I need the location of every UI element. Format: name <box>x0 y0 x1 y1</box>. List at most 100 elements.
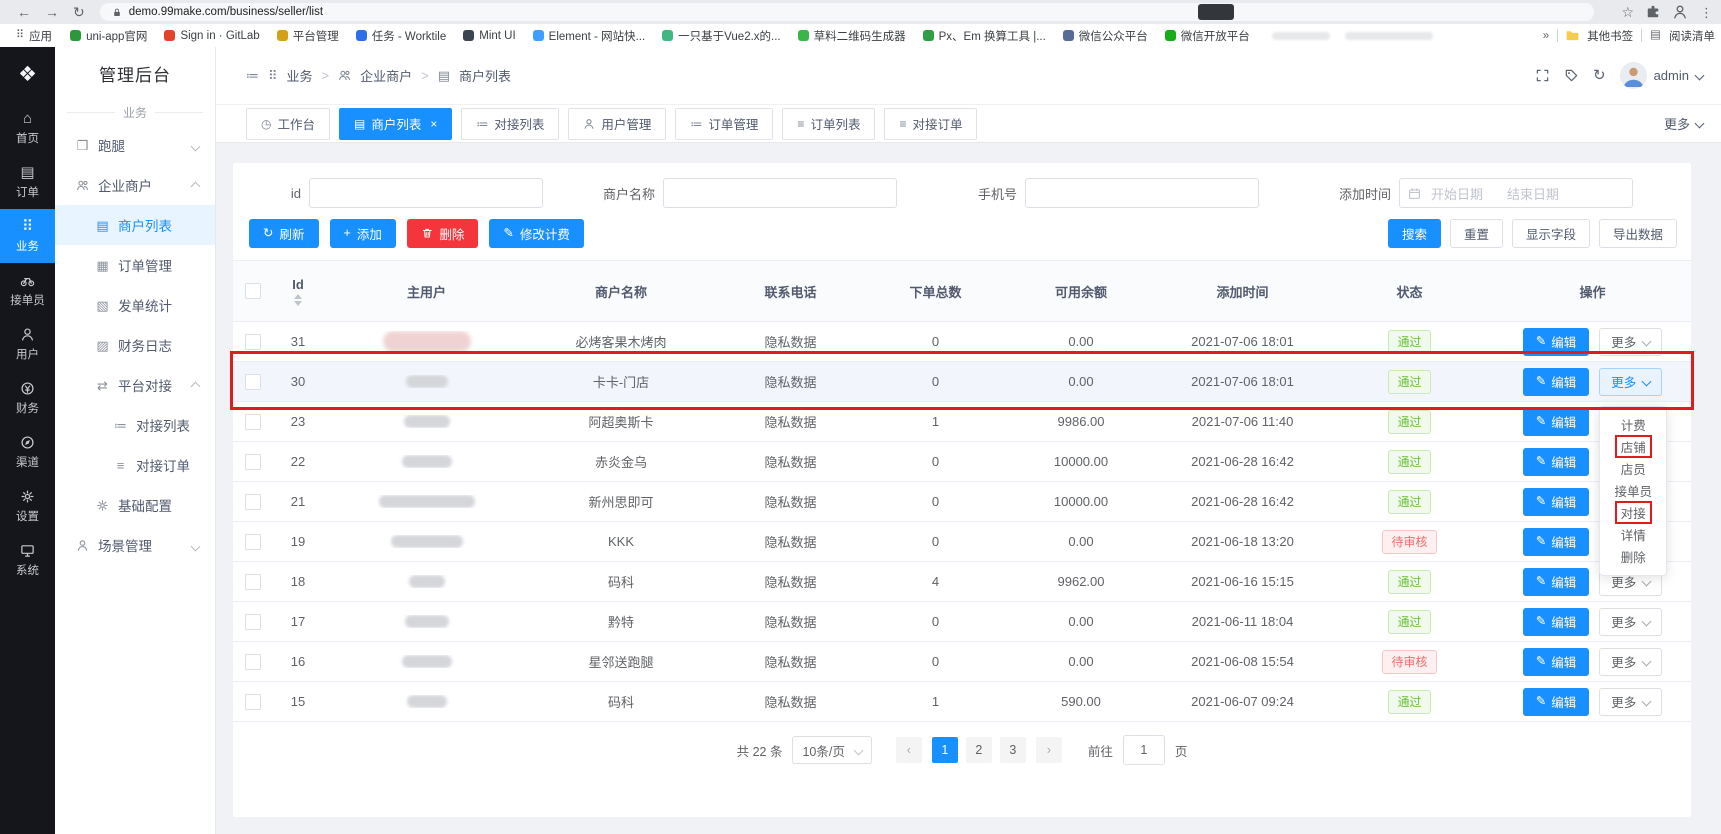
select-all-checkbox[interactable] <box>245 283 261 299</box>
edit-button[interactable]: ✎编辑 <box>1523 608 1590 636</box>
bookmark-item[interactable]: 任务 - Worktile <box>356 28 447 44</box>
row-checkbox[interactable] <box>245 614 261 630</box>
edit-button[interactable]: ✎编辑 <box>1523 488 1590 516</box>
edit-button[interactable]: ✎编辑 <box>1523 648 1590 676</box>
sidebar-item[interactable]: ▧发单统计 <box>55 285 215 325</box>
dropdown-item[interactable]: 删除 <box>1600 546 1666 568</box>
fullscreen-icon[interactable] <box>1535 68 1550 83</box>
more-button[interactable]: 更多 <box>1599 648 1662 676</box>
goto-page-input[interactable] <box>1123 735 1165 765</box>
next-page-button[interactable]: › <box>1036 737 1062 763</box>
phone-input[interactable] <box>1025 178 1259 208</box>
search-button[interactable]: 搜索 <box>1388 219 1441 248</box>
more-button[interactable]: 更多 <box>1599 608 1662 636</box>
other-bookmarks[interactable]: 其他书签 <box>1587 28 1633 44</box>
rail-item-nav[interactable]: 财务 <box>0 371 55 425</box>
sidebar-item[interactable]: 企业商户 <box>55 165 215 205</box>
sidebar-item[interactable]: ❒跑腿 <box>55 125 215 165</box>
row-checkbox[interactable] <box>245 694 261 710</box>
bookmark-item[interactable]: Mint UI <box>463 30 515 42</box>
prev-page-button[interactable]: ‹ <box>896 737 922 763</box>
bookmark-item[interactable]: 平台管理 <box>277 28 339 44</box>
sidebar-item[interactable]: 场景管理 <box>55 525 215 565</box>
export-button[interactable]: 导出数据 <box>1599 219 1677 248</box>
tab-item[interactable]: ≡订单列表 <box>782 108 875 140</box>
bookmark-item[interactable]: Px、Em 换算工具 |... <box>923 28 1046 44</box>
user-menu[interactable]: admin <box>1620 62 1703 89</box>
row-checkbox[interactable] <box>245 574 261 590</box>
dropdown-item[interactable]: 对接 <box>1600 502 1666 524</box>
row-checkbox[interactable] <box>245 374 261 390</box>
tab-item[interactable]: ≔对接列表 <box>461 108 559 140</box>
tab-item[interactable]: ≔订单管理 <box>675 108 773 140</box>
edit-button[interactable]: ✎编辑 <box>1523 568 1590 596</box>
row-checkbox[interactable] <box>245 534 261 550</box>
row-checkbox[interactable] <box>245 494 261 510</box>
bookmark-item[interactable]: 一只基于Vue2.x的... <box>662 28 780 44</box>
bookmark-item[interactable]: Sign in · GitLab <box>164 30 259 42</box>
reload-icon[interactable]: ↻ <box>73 5 85 19</box>
dropdown-item[interactable]: 详情 <box>1600 524 1666 546</box>
dropdown-item[interactable]: 店铺 <box>1600 436 1666 458</box>
bookmark-item[interactable]: uni-app官网 <box>70 28 147 44</box>
extensions-icon[interactable] <box>1646 5 1660 19</box>
tab-item[interactable]: 用户管理 <box>568 108 666 140</box>
tab-active[interactable]: ▤商户列表× <box>339 108 452 140</box>
sort-icon[interactable] <box>294 294 302 306</box>
dropdown-item[interactable]: 店员 <box>1600 458 1666 480</box>
bookmark-item[interactable]: 微信公众平台 <box>1063 28 1148 44</box>
more-button[interactable]: 更多 <box>1599 688 1662 716</box>
breadcrumb-item[interactable]: 业务 <box>287 66 313 85</box>
sidebar-item[interactable]: ≔对接列表 <box>55 405 215 445</box>
tabs-more-button[interactable]: 更多 <box>1664 114 1703 133</box>
per-page-select[interactable]: 10条/页 <box>792 736 871 764</box>
bookmark-item[interactable]: 草料二维码生成器 <box>798 28 906 44</box>
bookmark-item[interactable]: 微信开放平台 <box>1165 28 1250 44</box>
page-button[interactable]: 1 <box>932 737 958 763</box>
page-button[interactable]: 2 <box>966 737 992 763</box>
more-button[interactable]: 更多 <box>1599 368 1662 396</box>
edit-button[interactable]: ✎编辑 <box>1523 448 1590 476</box>
rail-item-nav[interactable]: 渠道 <box>0 425 55 479</box>
sidebar-item[interactable]: ⇄平台对接 <box>55 365 215 405</box>
refresh-page-icon[interactable]: ↻ <box>1593 68 1606 83</box>
reading-list[interactable]: 阅读清单 <box>1669 28 1715 44</box>
show-fields-button[interactable]: 显示字段 <box>1512 219 1590 248</box>
edit-button[interactable]: ✎编辑 <box>1523 328 1590 356</box>
tab-item[interactable]: ≡对接订单 <box>884 108 977 140</box>
row-checkbox[interactable] <box>245 654 261 670</box>
delete-button[interactable]: 删除 <box>407 219 479 248</box>
bookmarks-overflow-icon[interactable]: » <box>1543 30 1549 42</box>
edit-button[interactable]: ✎编辑 <box>1523 528 1590 556</box>
tab-item[interactable]: ◷工作台 <box>246 108 330 140</box>
edit-billing-button[interactable]: ✎修改计费 <box>489 219 584 248</box>
sidebar-item[interactable]: 基础配置 <box>55 485 215 525</box>
browser-menu-icon[interactable]: ⋮ <box>1700 6 1713 19</box>
page-button[interactable]: 3 <box>1000 737 1026 763</box>
url-field[interactable]: demo.99make.com/business/seller/list <box>100 3 1594 21</box>
more-button[interactable]: 更多 <box>1599 328 1662 356</box>
dropdown-item[interactable]: 接单员 <box>1600 480 1666 502</box>
dropdown-item[interactable]: 计费 <box>1600 414 1666 436</box>
rail-item-active[interactable]: ⠿业务 <box>0 209 55 263</box>
rail-item-nav[interactable]: ⌂首页 <box>0 101 55 155</box>
tab-close-icon[interactable]: × <box>430 117 437 131</box>
breadcrumb-item[interactable]: 企业商户 <box>360 66 412 85</box>
column-header[interactable]: Id <box>273 277 323 306</box>
theme-icon[interactable] <box>1564 68 1579 83</box>
bookmark-item[interactable]: Element - 网站快... <box>533 28 646 44</box>
sidebar-item[interactable]: ▤商户列表 <box>55 205 215 245</box>
rail-item-nav[interactable]: 接单员 <box>0 263 55 317</box>
apps-shortcut[interactable]: ⠿ 应用 <box>16 28 52 44</box>
row-checkbox[interactable] <box>245 334 261 350</box>
add-button[interactable]: +添加 <box>330 219 396 248</box>
back-icon[interactable]: ← <box>17 5 31 19</box>
reset-button[interactable]: 重置 <box>1450 219 1503 248</box>
edit-button[interactable]: ✎编辑 <box>1523 688 1590 716</box>
edit-button[interactable]: ✎编辑 <box>1523 408 1590 436</box>
edit-button[interactable]: ✎编辑 <box>1523 368 1590 396</box>
refresh-button[interactable]: ↻刷新 <box>249 219 319 248</box>
rail-item-nav[interactable]: 设置 <box>0 479 55 533</box>
row-checkbox[interactable] <box>245 414 261 430</box>
bookmark-star-icon[interactable]: ☆ <box>1621 5 1634 19</box>
